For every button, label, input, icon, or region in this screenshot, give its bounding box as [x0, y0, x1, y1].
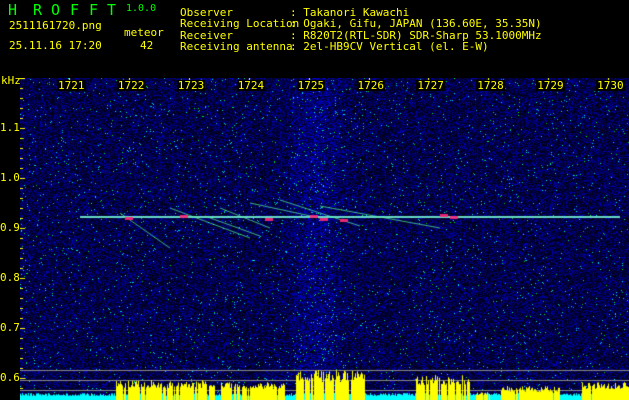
spectrogram	[20, 78, 629, 400]
file-name: 2511161720.png	[9, 19, 102, 32]
y-tick-label: 0.7	[0, 321, 20, 334]
file-datetime: 25.11.16 17:20	[9, 39, 102, 52]
y-tick-label: 0.9	[0, 221, 20, 234]
title-letter: R	[33, 1, 43, 19]
x-tick-label: 1723	[176, 79, 206, 92]
title-letter: H	[8, 1, 18, 19]
title-letter: T	[107, 1, 117, 19]
title-letter: F	[89, 1, 99, 19]
info-value: : 2el-HB9CV Vertical (el. E-W)	[290, 40, 489, 53]
meteor-label: meteor	[124, 26, 164, 39]
version: 1.0.0	[126, 3, 157, 14]
y-tick-label: 0.8	[0, 271, 20, 284]
x-tick-label: 1721	[57, 79, 86, 92]
info-label: Receiving antenna	[180, 40, 293, 53]
x-tick-label: 1730	[596, 79, 625, 92]
x-tick-label: 1724	[236, 79, 266, 92]
y-tick-label: 1.0	[0, 171, 20, 184]
y-tick-label: 1.1	[0, 121, 20, 134]
meteor-count: 42	[140, 39, 154, 52]
x-tick-label: 1727	[416, 79, 445, 92]
y-axis-label: kHz	[1, 74, 21, 87]
x-tick-label: 1725	[296, 79, 326, 92]
title-letter: F	[70, 1, 80, 19]
x-tick-label: 1726	[356, 79, 385, 92]
y-tick-label: 0.6	[0, 371, 20, 384]
x-tick-label: 1722	[116, 79, 146, 92]
x-tick-label: 1729	[536, 79, 565, 92]
title-letter: O	[51, 1, 61, 19]
x-tick-label: 1728	[476, 79, 505, 92]
